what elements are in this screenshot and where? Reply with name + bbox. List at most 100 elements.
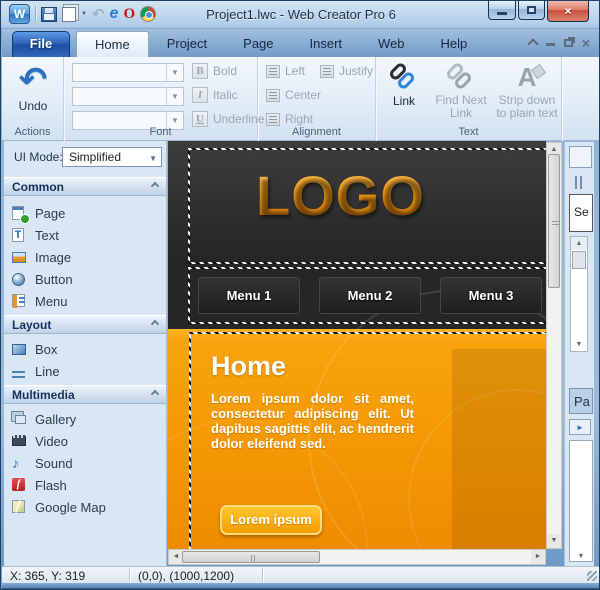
- align-left-button[interactable]: Left: [266, 64, 305, 78]
- toolbox-item-line[interactable]: Line: [12, 361, 60, 381]
- strip-text-icon: A: [512, 62, 542, 94]
- toolbox-item-page[interactable]: Page: [12, 203, 65, 223]
- cursor-position: X: 365, Y: 319: [10, 569, 86, 583]
- tab-web[interactable]: Web: [360, 31, 423, 57]
- font-family-select[interactable]: ▼: [72, 63, 184, 82]
- minimize-button[interactable]: [488, 1, 516, 20]
- dropdown-arrow-icon[interactable]: ▼: [149, 154, 157, 163]
- bold-button[interactable]: B Bold: [192, 63, 237, 79]
- chevron-up-icon: [150, 319, 160, 329]
- ribbon-tab-bar: File Home Project Page Insert Web Help ×: [2, 29, 599, 57]
- collapse-ribbon-icon[interactable]: [527, 38, 539, 50]
- toolbox-item-box[interactable]: Box: [12, 339, 57, 359]
- site-heading[interactable]: Home: [211, 351, 286, 382]
- panel-button[interactable]: [569, 146, 592, 168]
- toolbox-item-gallery[interactable]: Gallery: [12, 409, 76, 429]
- toolbox-item-button[interactable]: Button: [12, 269, 73, 289]
- window-frame-bottom: [2, 583, 599, 589]
- line-icon: [12, 366, 27, 381]
- panel-scroll-thumb[interactable]: [572, 251, 586, 269]
- resize-grip[interactable]: [587, 571, 597, 581]
- italic-icon: I: [192, 87, 208, 103]
- toolbox-item-text[interactable]: T Text: [12, 225, 59, 245]
- mdi-restore-icon[interactable]: [563, 38, 573, 47]
- ribbon-group-alignment: Left Center Right Justify Alignment: [258, 57, 376, 141]
- undo-button[interactable]: ↶ Undo: [9, 61, 57, 123]
- scroll-down-icon[interactable]: ▼: [571, 338, 587, 351]
- ui-mode-select[interactable]: Simplified ▼: [62, 147, 162, 167]
- font-style-select[interactable]: ▼: [72, 87, 184, 106]
- align-right-button[interactable]: Right: [266, 112, 313, 126]
- find-next-link-button[interactable]: Find Next Link: [428, 61, 494, 120]
- ribbon-group-font: ▼ ▼ ▼ B Bold I Italic U Underline Font: [64, 57, 264, 141]
- maximize-button[interactable]: [518, 1, 545, 20]
- site-menu-item-1[interactable]: Menu 1: [198, 277, 300, 314]
- undo-icon: ↶: [18, 61, 48, 99]
- toolbox-item-image[interactable]: Image: [12, 247, 71, 267]
- chevron-up-icon: [150, 389, 160, 399]
- underline-icon: U: [192, 111, 208, 127]
- canvas-bounds: (0,0), (1000,1200): [138, 569, 235, 583]
- dropdown-arrow-icon[interactable]: ▼: [166, 64, 183, 81]
- scroll-right-icon[interactable]: ►: [531, 550, 545, 564]
- tab-help[interactable]: Help: [423, 31, 486, 57]
- close-button[interactable]: ×: [547, 1, 589, 22]
- scroll-up-icon[interactable]: ▲: [571, 237, 587, 250]
- section-header-layout[interactable]: Layout: [4, 315, 166, 334]
- align-center-icon: [266, 88, 280, 102]
- tab-page[interactable]: Page: [225, 31, 291, 57]
- link-button[interactable]: Link: [382, 61, 426, 108]
- splitter-grip[interactable]: [575, 176, 577, 189]
- panel-list[interactable]: ▼: [569, 440, 593, 562]
- dropdown-arrow-icon[interactable]: ▼: [166, 88, 183, 105]
- canvas-horizontal-scrollbar[interactable]: ◄ ►: [168, 549, 546, 565]
- page-icon: [12, 205, 24, 220]
- google-map-icon: [12, 499, 25, 513]
- group-label-actions: Actions: [14, 126, 51, 138]
- toolbox-item-menu[interactable]: Menu: [12, 291, 68, 311]
- site-menu-item-3[interactable]: Menu 3: [440, 277, 542, 314]
- toolbox-item-google-map[interactable]: Google Map: [12, 497, 106, 517]
- panel-scrollbar[interactable]: ▲ ▼: [570, 236, 588, 352]
- canvas-vertical-scrollbar[interactable]: ▲ ▼: [546, 142, 562, 549]
- group-label-font: Font: [149, 126, 172, 138]
- section-header-multimedia[interactable]: Multimedia: [4, 385, 166, 404]
- site-menu-item-2[interactable]: Menu 2: [319, 277, 421, 314]
- underline-button[interactable]: U Underline: [192, 111, 264, 127]
- play-icon[interactable]: ►: [569, 419, 591, 435]
- toolbox-item-flash[interactable]: f Flash: [12, 475, 67, 495]
- design-canvas[interactable]: LOGO Menu 1 Menu 2 Menu 3 Home Lorem ips…: [168, 141, 546, 549]
- vertical-scroll-thumb[interactable]: [548, 154, 560, 288]
- mdi-close-icon[interactable]: ×: [582, 36, 590, 50]
- section-header-common[interactable]: Common: [4, 177, 166, 196]
- strip-plain-text-button[interactable]: A Strip down to plain text: [494, 62, 560, 120]
- italic-button[interactable]: I Italic: [192, 87, 238, 103]
- scroll-down-icon[interactable]: ▼: [570, 553, 592, 560]
- panel-tab-settings[interactable]: Se: [569, 194, 593, 232]
- align-center-button[interactable]: Center: [266, 88, 321, 102]
- scroll-down-icon[interactable]: ▼: [547, 534, 561, 548]
- app-window: W ▼ ↶ e O Project1.lwc - Web Creator Pro…: [0, 0, 600, 590]
- panel-tab-pages[interactable]: Pa: [569, 388, 593, 414]
- flash-icon: f: [12, 477, 25, 491]
- horizontal-scroll-thumb[interactable]: [182, 551, 320, 563]
- site-logo[interactable]: LOGO: [256, 163, 425, 228]
- tab-project[interactable]: Project: [149, 31, 225, 57]
- toolbox-item-sound[interactable]: ♪ Sound: [12, 453, 73, 473]
- find-next-link-icon: [443, 61, 479, 94]
- image-icon: [12, 251, 26, 263]
- tab-insert[interactable]: Insert: [292, 31, 361, 57]
- site-lorem-button[interactable]: Lorem ipsum: [220, 505, 322, 535]
- file-menu-button[interactable]: File: [12, 31, 70, 57]
- tab-home[interactable]: Home: [76, 31, 149, 57]
- gallery-icon: [15, 414, 26, 424]
- align-justify-button[interactable]: Justify: [320, 64, 373, 78]
- chevron-up-icon: [150, 181, 160, 191]
- menu-icon: [12, 293, 25, 307]
- toolbox-item-video[interactable]: Video: [12, 431, 68, 451]
- scroll-left-icon[interactable]: ◄: [169, 550, 183, 564]
- mdi-minimize-icon[interactable]: [545, 43, 555, 46]
- site-paragraph[interactable]: Lorem ipsum dolor sit amet, consectetur …: [211, 391, 414, 451]
- titlebar: W ▼ ↶ e O Project1.lwc - Web Creator Pro…: [1, 1, 599, 29]
- separator: [262, 568, 263, 582]
